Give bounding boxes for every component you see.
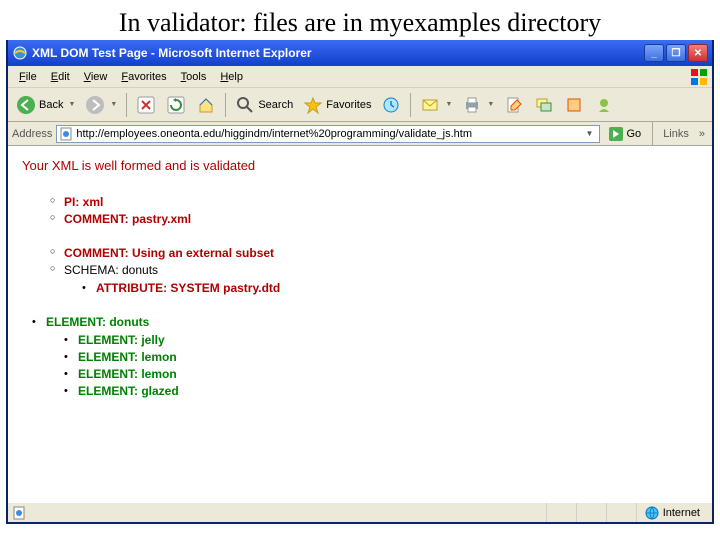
list-item: ELEMENT: lemon bbox=[64, 367, 698, 381]
favorites-button[interactable]: Favorites bbox=[299, 92, 375, 118]
security-zone: Internet bbox=[636, 503, 708, 522]
list-item: ELEMENT: jelly bbox=[64, 333, 698, 347]
separator bbox=[652, 122, 653, 146]
back-label: Back bbox=[39, 99, 63, 111]
research-button[interactable] bbox=[560, 92, 588, 118]
menu-edit[interactable]: Edit bbox=[44, 69, 77, 85]
refresh-button[interactable] bbox=[162, 92, 190, 118]
menu-help[interactable]: Help bbox=[213, 69, 250, 85]
menubar: File Edit View Favorites Tools Help bbox=[8, 66, 712, 88]
menu-file[interactable]: File bbox=[12, 69, 44, 85]
browser-window: XML DOM Test Page - Microsoft Internet E… bbox=[6, 40, 714, 524]
list-item: SCHEMA: donuts ATTRIBUTE: SYSTEM pastry.… bbox=[50, 263, 698, 295]
back-dropdown-icon[interactable]: ▼ bbox=[68, 101, 75, 108]
zone-label: Internet bbox=[663, 507, 700, 519]
links-label[interactable]: Links bbox=[660, 128, 692, 140]
titlebar: XML DOM Test Page - Microsoft Internet E… bbox=[8, 40, 712, 66]
separator bbox=[410, 93, 411, 117]
window-controls: _ ❐ ✕ bbox=[644, 44, 708, 62]
internet-icon bbox=[645, 506, 659, 520]
close-button[interactable]: ✕ bbox=[688, 44, 708, 62]
book-icon bbox=[564, 95, 584, 115]
xml-tree: PI: xml COMMENT: pastry.xml COMMENT: Usi… bbox=[50, 195, 698, 398]
address-input[interactable] bbox=[76, 128, 582, 140]
windows-logo-icon bbox=[690, 68, 708, 86]
address-field[interactable]: ▼ bbox=[56, 125, 599, 143]
stop-button[interactable] bbox=[132, 92, 160, 118]
home-button[interactable] bbox=[192, 92, 220, 118]
star-icon bbox=[303, 95, 323, 115]
history-icon bbox=[381, 95, 401, 115]
edit-icon bbox=[504, 95, 524, 115]
status-cell bbox=[576, 503, 606, 522]
forward-icon bbox=[85, 95, 105, 115]
page-content: Your XML is well formed and is validated… bbox=[8, 146, 712, 502]
list-item: ELEMENT: lemon bbox=[64, 350, 698, 364]
menu-tools[interactable]: Tools bbox=[174, 69, 214, 85]
messenger-icon bbox=[594, 95, 614, 115]
maximize-button[interactable]: ❐ bbox=[666, 44, 686, 62]
list-item: PI: xml bbox=[50, 195, 698, 209]
list-item: ELEMENT: donuts ELEMENT: jelly ELEMENT: … bbox=[32, 315, 698, 398]
toolbar: Back ▼ ▼ Search Favorites ▼ ▼ bbox=[8, 88, 712, 122]
page-icon bbox=[59, 127, 73, 141]
favorites-label: Favorites bbox=[326, 99, 371, 111]
status-page-icon bbox=[12, 506, 26, 520]
search-icon bbox=[235, 95, 255, 115]
edit-button[interactable] bbox=[500, 92, 528, 118]
minimize-button[interactable]: _ bbox=[644, 44, 664, 62]
history-button[interactable] bbox=[377, 92, 405, 118]
back-button[interactable]: Back ▼ bbox=[12, 92, 79, 118]
menu-favorites[interactable]: Favorites bbox=[114, 69, 173, 85]
list-item: COMMENT: pastry.xml bbox=[50, 212, 698, 226]
go-icon bbox=[608, 126, 624, 142]
mail-icon bbox=[420, 95, 440, 115]
print-icon bbox=[462, 95, 482, 115]
address-dropdown-icon[interactable]: ▼ bbox=[583, 129, 597, 138]
address-bar: Address ▼ Go Links » bbox=[8, 122, 712, 146]
go-label: Go bbox=[627, 128, 642, 140]
refresh-icon bbox=[166, 95, 186, 115]
forward-dropdown-icon[interactable]: ▼ bbox=[110, 101, 117, 108]
discuss-button[interactable] bbox=[530, 92, 558, 118]
list-item: ELEMENT: glazed bbox=[64, 384, 698, 398]
discuss-icon bbox=[534, 95, 554, 115]
stop-icon bbox=[136, 95, 156, 115]
search-label: Search bbox=[258, 99, 293, 111]
links-chevron-icon[interactable]: » bbox=[696, 128, 708, 140]
mail-button[interactable]: ▼ bbox=[416, 92, 456, 118]
messenger-button[interactable] bbox=[590, 92, 618, 118]
separator bbox=[225, 93, 226, 117]
search-button[interactable]: Search bbox=[231, 92, 297, 118]
status-cell bbox=[606, 503, 636, 522]
forward-button[interactable]: ▼ bbox=[81, 92, 121, 118]
validation-heading: Your XML is well formed and is validated bbox=[22, 158, 698, 173]
back-icon bbox=[16, 95, 36, 115]
separator bbox=[126, 93, 127, 117]
go-button[interactable]: Go bbox=[604, 126, 646, 142]
window-title: XML DOM Test Page - Microsoft Internet E… bbox=[32, 46, 644, 60]
home-icon bbox=[196, 95, 216, 115]
ie-icon bbox=[12, 45, 28, 61]
print-button[interactable]: ▼ bbox=[458, 92, 498, 118]
list-item: ATTRIBUTE: SYSTEM pastry.dtd bbox=[82, 281, 698, 295]
statusbar: Internet bbox=[8, 502, 712, 522]
menu-view[interactable]: View bbox=[77, 69, 115, 85]
slide-title: In validator: files are in myexamples di… bbox=[0, 0, 720, 40]
status-cell bbox=[546, 503, 576, 522]
list-item: COMMENT: Using an external subset bbox=[50, 246, 698, 260]
address-label: Address bbox=[12, 128, 52, 140]
